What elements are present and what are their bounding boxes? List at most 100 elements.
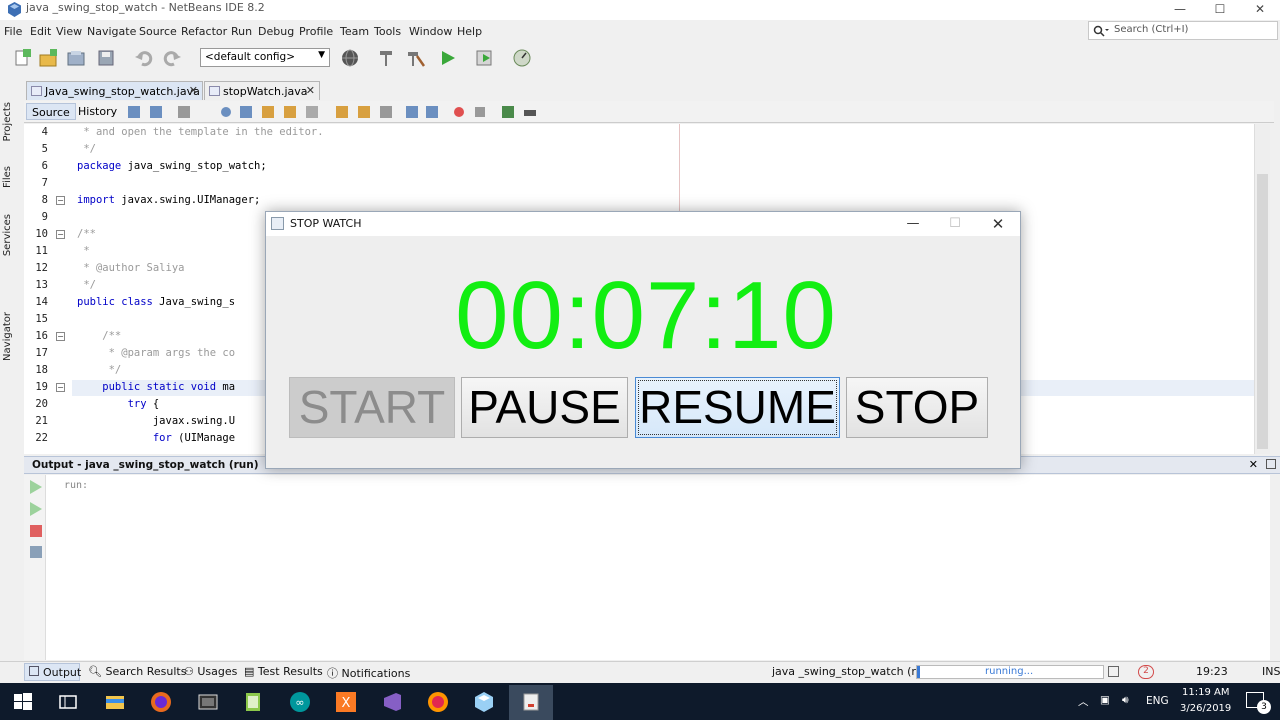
build-icon[interactable] [376,48,396,68]
fold-icon[interactable]: − [56,230,65,239]
network-icon[interactable]: ▣ [1100,694,1110,706]
tab-navigator[interactable]: Navigator [2,312,13,361]
output-panel[interactable]: run: [46,475,1270,660]
test-icon: ▤ [244,665,255,678]
config-select[interactable]: <default config> ▼ [200,48,330,67]
status-tab-notifications[interactable]: ⓘ Notifications [327,665,410,681]
tab-files[interactable]: Files [2,166,13,188]
cancel-task-icon[interactable] [1108,666,1119,677]
menu-edit[interactable]: Edit [30,25,51,38]
code-line: public static void ma [77,381,236,393]
new-file-icon[interactable] [12,48,32,68]
tab-stopwatch[interactable]: stopWatch.java ✕ [204,81,320,100]
debug-icon[interactable] [474,48,494,68]
firefox-alt-icon[interactable] [426,690,450,714]
undo-icon[interactable] [134,48,154,68]
progress-bar[interactable]: running... [916,665,1104,679]
history-tab[interactable]: History [73,103,122,120]
resume-button[interactable]: RESUME [635,377,840,438]
visual-studio-icon[interactable] [380,690,404,714]
status-tab-output[interactable]: Output [24,663,81,681]
output-title: Output - java _swing_stop_watch (run) [32,459,259,471]
code-line: /** [77,330,122,342]
clock-date[interactable]: 3/26/2019 [1180,703,1231,714]
stop-button[interactable]: STOP [846,377,988,438]
pause-button[interactable]: PAUSE [461,377,628,438]
status-tab-usages[interactable]: ⚇ Usages [184,665,237,678]
line-number: 19 [35,381,48,393]
maximize-icon[interactable] [1266,459,1276,469]
config-value: <default config> [205,51,296,63]
menu-view[interactable]: View [56,25,82,38]
fold-icon[interactable]: − [56,383,65,392]
xampp-icon[interactable]: X [334,690,358,714]
menu-source[interactable]: Source [139,25,177,38]
start-button[interactable]: START [289,377,455,438]
run-icon[interactable] [438,48,458,68]
menu-profile[interactable]: Profile [299,25,333,38]
main-toolbar [0,44,1280,72]
clock-time[interactable]: 11:19 AM [1182,687,1229,698]
save-all-icon[interactable] [96,48,116,68]
media-app-icon[interactable] [196,690,220,714]
close-icon[interactable]: ✕ [306,84,315,97]
globe-icon[interactable] [340,48,360,68]
tab-projects[interactable]: Projects [2,102,13,141]
tab-label: stopWatch.java [223,85,308,98]
menu-window[interactable]: Window [409,25,452,38]
menu-navigate[interactable]: Navigate [87,25,136,38]
menu-refactor[interactable]: Refactor [181,25,227,38]
volume-icon[interactable]: 🔊︎ [1122,694,1129,707]
profile-icon[interactable] [512,48,532,68]
line-number: 20 [35,398,48,410]
output-text: run: [64,480,89,491]
notepad-icon[interactable] [241,690,265,714]
stop-icon [30,525,42,537]
error-badge[interactable]: 2 [1138,665,1154,679]
menu-help[interactable]: Help [457,25,482,38]
firefox-icon[interactable] [149,690,173,714]
new-project-icon[interactable] [38,48,58,68]
clean-build-icon[interactable] [405,48,426,68]
open-project-icon[interactable] [66,48,86,68]
stopwatch-display: 00:07:10 [455,262,837,369]
tab-services[interactable]: Services [2,214,13,256]
close-icon[interactable]: ✕ [189,84,198,97]
source-tab[interactable]: Source [26,103,76,120]
output-side-toolbar [24,475,46,660]
language-indicator[interactable]: ENG [1146,695,1169,707]
status-tab-search-results[interactable]: 🔍︎ Search Results [88,665,186,678]
run-label[interactable]: java _swing_stop_watch (run) [772,665,934,678]
tray-chevron-icon[interactable]: ︿ [1078,694,1089,709]
close-button[interactable]: ✕ [979,213,1017,235]
menu-team[interactable]: Team [340,25,369,38]
close-icon[interactable]: ✕ [1249,458,1258,471]
scrollbar-thumb[interactable] [1257,174,1268,449]
menu-file[interactable]: File [4,25,22,38]
windows-start-icon[interactable] [11,690,35,714]
search-placeholder: Search (Ctrl+I) [1114,24,1189,35]
maximize-button[interactable]: ☐ [1200,0,1240,20]
status-tab-test-results[interactable]: ▤ Test Results [244,665,323,678]
minimize-button[interactable]: — [1160,0,1200,20]
search-input[interactable]: Search (Ctrl+I) [1088,21,1278,40]
editor-scrollbar[interactable] [1254,124,1270,454]
line-number: 10 [35,228,48,240]
arduino-icon[interactable]: ∞ [288,690,312,714]
stopwatch-title: STOP WATCH [290,217,362,230]
line-number: 11 [35,245,48,257]
task-view-icon[interactable] [56,690,80,714]
tab-java-swing-stop-watch[interactable]: Java_swing_stop_watch.java ✕ [26,81,203,100]
fold-icon[interactable]: − [56,332,65,341]
redo-icon[interactable] [162,48,182,68]
minimize-button[interactable]: — [894,213,932,235]
menu-debug[interactable]: Debug [258,25,294,38]
close-button[interactable]: ✕ [1240,0,1280,20]
netbeans-taskbar-icon[interactable] [472,690,496,714]
fold-icon[interactable]: − [56,196,65,205]
file-explorer-icon[interactable] [103,690,127,714]
java-app-taskbar-button[interactable] [509,685,553,720]
menu-tools[interactable]: Tools [374,25,401,38]
menu-run[interactable]: Run [231,25,252,38]
java-file-icon [31,86,42,96]
